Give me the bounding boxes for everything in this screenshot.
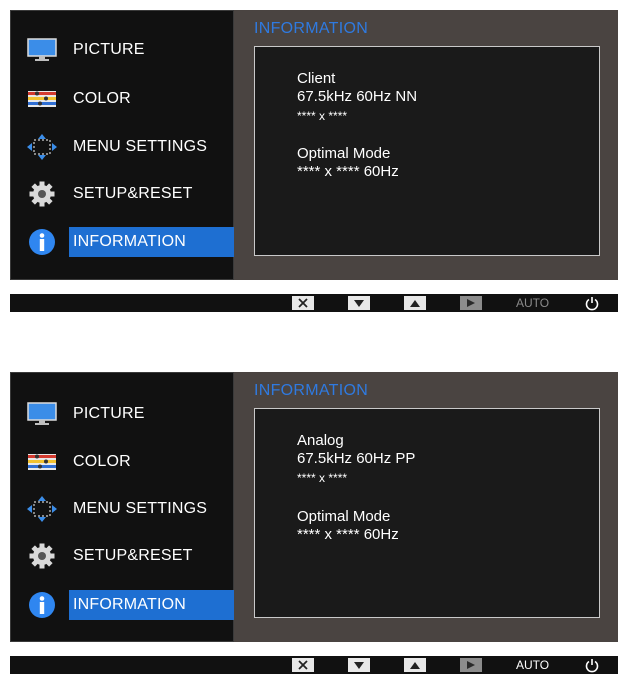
color-bars-icon — [28, 91, 56, 107]
frequency-value: 67.5kHz 60Hz NN — [297, 88, 418, 105]
monitor-icon — [27, 38, 57, 61]
menu-item-label: PICTURE — [73, 405, 145, 422]
monitor-icon — [27, 402, 57, 425]
osd-menu-panel: PICTURE COLOR MENU SETTINGS SETUP&RESET … — [10, 372, 237, 642]
resolution-value: **** x **** — [297, 471, 348, 485]
info-icon — [29, 592, 55, 618]
menu-item-label: PICTURE — [73, 41, 145, 58]
enter-key[interactable] — [460, 296, 482, 310]
signal-type: Client — [297, 70, 336, 87]
close-icon — [298, 660, 308, 670]
menu-item-setup-reset[interactable]: SETUP&RESET — [11, 537, 235, 575]
exit-key[interactable] — [292, 658, 314, 672]
menu-item-menu-settings[interactable]: MENU SETTINGS — [11, 490, 235, 528]
menu-item-information[interactable]: INFORMATION — [11, 223, 237, 261]
power-icon[interactable] — [584, 657, 600, 673]
info-panel-title: INFORMATION — [254, 20, 369, 37]
osd-key-guide-bar: AUTO — [10, 294, 618, 312]
gear-icon — [29, 543, 55, 569]
auto-key[interactable]: AUTO — [516, 294, 549, 312]
osd-screen-analog: PICTURE COLOR MENU SETTINGS SETUP&RESET … — [10, 372, 618, 642]
color-bars-icon — [28, 454, 56, 470]
up-key[interactable] — [404, 296, 426, 310]
info-panel-title: INFORMATION — [254, 382, 369, 399]
resolution-value: **** x **** — [297, 109, 348, 123]
optimal-mode-label: Optimal Mode — [297, 145, 391, 162]
information-panel: INFORMATION Analog 67.5kHz 60Hz PP **** … — [234, 372, 618, 642]
menu-item-menu-settings[interactable]: MENU SETTINGS — [11, 128, 235, 166]
information-panel: INFORMATION Client 67.5kHz 60Hz NN **** … — [234, 10, 618, 280]
osd-screen-client: PICTURE COLOR MENU SETTINGS SETUP&RESET … — [10, 10, 618, 280]
auto-key[interactable]: AUTO — [516, 656, 549, 674]
osd-key-guide-bar: AUTO — [10, 656, 618, 674]
menu-item-setup-reset[interactable]: SETUP&RESET — [11, 175, 235, 213]
menu-item-picture[interactable]: PICTURE — [11, 31, 235, 69]
down-key[interactable] — [348, 658, 370, 672]
info-icon — [29, 229, 55, 255]
menu-item-label: COLOR — [73, 453, 131, 470]
menu-item-label: INFORMATION — [73, 596, 187, 613]
menu-item-information[interactable]: INFORMATION — [11, 586, 237, 624]
gear-icon — [29, 181, 55, 207]
menu-item-picture[interactable]: PICTURE — [11, 395, 235, 433]
menu-item-label: MENU SETTINGS — [73, 138, 208, 155]
triangle-up-icon — [410, 662, 420, 669]
signal-type: Analog — [297, 432, 344, 449]
down-key[interactable] — [348, 296, 370, 310]
menu-item-label: INFORMATION — [73, 233, 187, 250]
optimal-mode-value: **** x **** 60Hz — [297, 163, 399, 180]
menu-settings-arrows-icon — [27, 496, 57, 522]
up-key[interactable] — [404, 658, 426, 672]
exit-key[interactable] — [292, 296, 314, 310]
menu-settings-arrows-icon — [27, 134, 57, 160]
close-icon — [298, 298, 308, 308]
optimal-mode-label: Optimal Mode — [297, 508, 391, 525]
triangle-down-icon — [354, 662, 364, 669]
frequency-value: 67.5kHz 60Hz PP — [297, 450, 416, 467]
triangle-up-icon — [410, 300, 420, 307]
info-content-box: Client 67.5kHz 60Hz NN **** x **** Optim… — [254, 46, 600, 256]
menu-item-label: COLOR — [73, 90, 131, 107]
triangle-right-icon — [467, 299, 475, 307]
menu-item-label: SETUP&RESET — [73, 547, 193, 564]
optimal-mode-value: **** x **** 60Hz — [297, 526, 399, 543]
osd-menu-panel: PICTURE COLOR MENU SETTINGS SETUP&RESET … — [10, 10, 237, 280]
menu-item-color[interactable]: COLOR — [11, 443, 235, 481]
triangle-right-icon — [467, 661, 475, 669]
menu-item-label: SETUP&RESET — [73, 185, 193, 202]
power-icon[interactable] — [584, 295, 600, 311]
triangle-down-icon — [354, 300, 364, 307]
info-content-box: Analog 67.5kHz 60Hz PP **** x **** Optim… — [254, 408, 600, 618]
enter-key[interactable] — [460, 658, 482, 672]
menu-item-color[interactable]: COLOR — [11, 80, 235, 118]
menu-item-label: MENU SETTINGS — [73, 500, 208, 517]
